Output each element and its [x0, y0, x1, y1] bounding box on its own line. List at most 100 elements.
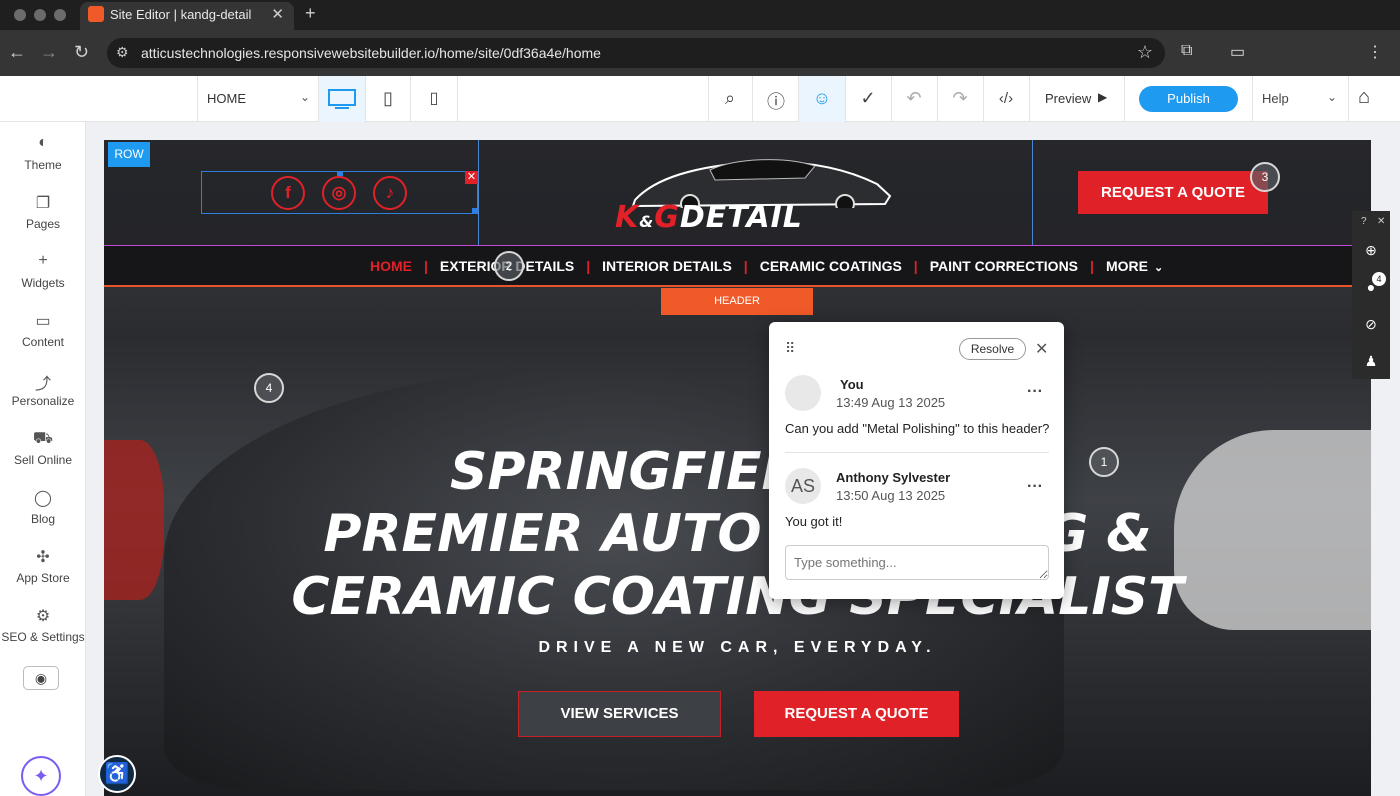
header-request-quote-button[interactable]: REQUEST A QUOTE: [1078, 171, 1268, 214]
sidebar-item-sell-online[interactable]: ⛟ Sell Online: [0, 429, 86, 467]
accessibility-icon[interactable]: ♿: [98, 755, 136, 793]
avatar: [785, 375, 821, 411]
ai-assistant-button[interactable]: ✦: [21, 756, 61, 796]
url-bar[interactable]: ⚙ atticustechnologies.responsivewebsiteb…: [107, 38, 1165, 68]
pages-icon: ❐: [35, 195, 51, 212]
chevron-down-icon[interactable]: ⌄: [1327, 90, 1337, 104]
new-tab-button[interactable]: +: [305, 3, 316, 24]
hide-comments-icon[interactable]: ⊘: [1352, 316, 1390, 333]
comment-pin[interactable]: 3: [1250, 162, 1280, 192]
desktop-view-button[interactable]: [319, 76, 365, 122]
hidden-elements-toggle[interactable]: ◉: [23, 666, 59, 690]
column-guide: [478, 140, 479, 245]
mobile-view-icon[interactable]: ▯: [419, 88, 449, 108]
comment-pin[interactable]: 1: [1089, 447, 1119, 477]
window-zoom-dot[interactable]: [54, 9, 66, 21]
close-icon[interactable]: ✕: [1035, 339, 1048, 359]
drag-handle-icon[interactable]: ⠿: [785, 340, 795, 357]
comment-author: Anthony Sylvester: [836, 470, 951, 485]
check-icon[interactable]: ✓: [853, 88, 883, 109]
sidebar-item-theme[interactable]: ◐ Theme: [0, 134, 86, 172]
comment-icon: ☺: [812, 88, 832, 108]
comments-mode-button[interactable]: ☺: [799, 76, 845, 122]
header-section-label[interactable]: HEADER: [661, 288, 813, 315]
comment-text: Can you add "Metal Polishing" to this he…: [785, 421, 1050, 436]
nav-link-paint[interactable]: PAINT CORRECTIONS: [930, 258, 1078, 274]
plus-icon: +: [38, 252, 48, 269]
site-info-icon[interactable]: ⚙: [116, 44, 129, 61]
hero-heading-line-1[interactable]: SPRINGFIELD, MO'S: [105, 441, 1370, 503]
users-icon[interactable]: ♟: [1352, 353, 1390, 370]
tab-close-icon[interactable]: ✕: [271, 5, 284, 23]
search-icon[interactable]: ⌕: [715, 88, 745, 109]
chevron-down-icon[interactable]: ⌄: [300, 90, 310, 104]
publish-button[interactable]: Publish: [1139, 86, 1238, 112]
resolve-button[interactable]: Resolve: [959, 338, 1026, 360]
resize-handle[interactable]: [472, 208, 478, 214]
nav-link-more[interactable]: MORE: [1106, 258, 1148, 274]
hero-heading-line-2[interactable]: PREMIER AUTO DETAILING &: [105, 503, 1370, 565]
page-selector[interactable]: HOME: [207, 91, 246, 106]
more-options-icon[interactable]: ···: [1027, 478, 1043, 496]
nav-link-ceramic[interactable]: CERAMIC COATINGS: [760, 258, 902, 274]
tab-search-icon[interactable]: ▭: [1230, 42, 1245, 62]
sidebar-item-pages[interactable]: ❐ Pages: [0, 193, 86, 231]
window-close-dot[interactable]: [14, 9, 26, 21]
sidebar-item-app-store[interactable]: ✣ App Store: [0, 547, 86, 585]
code-icon[interactable]: ‹/›: [991, 90, 1021, 107]
sidebar-item-blog[interactable]: ◯ Blog: [0, 488, 86, 526]
bookmark-star-icon[interactable]: ☆: [1137, 42, 1153, 63]
sidebar-item-content[interactable]: ▭ Content: [0, 311, 86, 349]
gear-icon: ⚙: [35, 608, 51, 625]
play-icon[interactable]: ▶: [1098, 90, 1107, 104]
sidebar-item-personalize[interactable]: ⤴ Personalize: [0, 370, 86, 408]
comment-timestamp: 13:50 Aug 13 2025: [836, 488, 946, 503]
comment-pin[interactable]: 2: [494, 251, 524, 281]
hero-request-quote-button[interactable]: REQUEST A QUOTE: [754, 691, 959, 737]
remove-widget-icon[interactable]: ✕: [465, 171, 478, 184]
extensions-icon[interactable]: ⧉: [1181, 42, 1192, 60]
sidebar-item-widgets[interactable]: + Widgets: [0, 252, 86, 290]
nav-link-home[interactable]: HOME: [370, 258, 412, 274]
help-icon[interactable]: ?: [1361, 216, 1367, 227]
window-minimize-dot[interactable]: [34, 9, 46, 21]
chevron-down-icon[interactable]: ⌄: [1154, 261, 1163, 274]
redo-icon[interactable]: ↷: [945, 88, 975, 109]
home-icon[interactable]: ⌂: [1358, 86, 1370, 109]
add-comment-icon[interactable]: ⊕: [1352, 242, 1390, 259]
comment-pin[interactable]: 4: [254, 373, 284, 403]
comments-side-toolbar: ? ✕ ⊕ ● ⊘ ♟: [1352, 211, 1390, 379]
hero-tagline[interactable]: DRIVE A NEW CAR, EVERYDAY.: [105, 639, 1370, 657]
close-icon[interactable]: ✕: [1377, 216, 1385, 227]
sidebar-item-label: Blog: [30, 512, 56, 526]
avatar: AS: [785, 468, 821, 504]
more-options-icon[interactable]: ···: [1027, 383, 1043, 401]
help-menu[interactable]: Help: [1262, 91, 1289, 106]
back-icon[interactable]: ←: [8, 42, 26, 63]
folder-icon: ▭: [35, 313, 51, 330]
browser-tab[interactable]: Site Editor | kandg-detail ✕: [80, 2, 294, 30]
sidebar-item-seo-settings[interactable]: ⚙ SEO & Settings: [0, 606, 86, 644]
browser-menu-icon[interactable]: ⋮: [1367, 42, 1383, 62]
sidebar-item-label: SEO & Settings: [1, 630, 85, 644]
comment-timestamp: 13:49 Aug 13 2025: [836, 395, 946, 410]
view-services-button[interactable]: VIEW SERVICES: [518, 691, 721, 737]
forward-icon[interactable]: →: [40, 42, 58, 63]
preview-button[interactable]: Preview: [1045, 91, 1091, 106]
instagram-icon[interactable]: ◎: [322, 176, 356, 210]
nav-link-interior[interactable]: INTERIOR DETAILS: [602, 258, 732, 274]
editor-toolbar: HOME ⌄ ▯ ▯ ⌕ ⓘ ☺ ✓ ↶ ↷ ‹/› Preview ▶ Pub…: [0, 76, 1400, 122]
sidebar-item-label: Content: [21, 335, 65, 349]
site-logo[interactable]: K&GDETAIL: [615, 148, 900, 238]
hero-heading-line-3[interactable]: CERAMIC COATING SPECIALIST: [105, 566, 1370, 628]
reload-icon[interactable]: ↻: [74, 42, 89, 63]
tiktok-icon[interactable]: ♪: [373, 176, 407, 210]
personalize-icon: ⤴: [34, 376, 51, 393]
undo-icon[interactable]: ↶: [899, 88, 929, 109]
info-icon[interactable]: ⓘ: [761, 88, 791, 114]
tablet-view-icon[interactable]: ▯: [373, 88, 403, 109]
facebook-icon[interactable]: f: [271, 176, 305, 210]
reply-input[interactable]: [785, 545, 1049, 580]
sidebar-item-label: Personalize: [11, 394, 75, 408]
row-badge[interactable]: ROW: [108, 142, 150, 167]
